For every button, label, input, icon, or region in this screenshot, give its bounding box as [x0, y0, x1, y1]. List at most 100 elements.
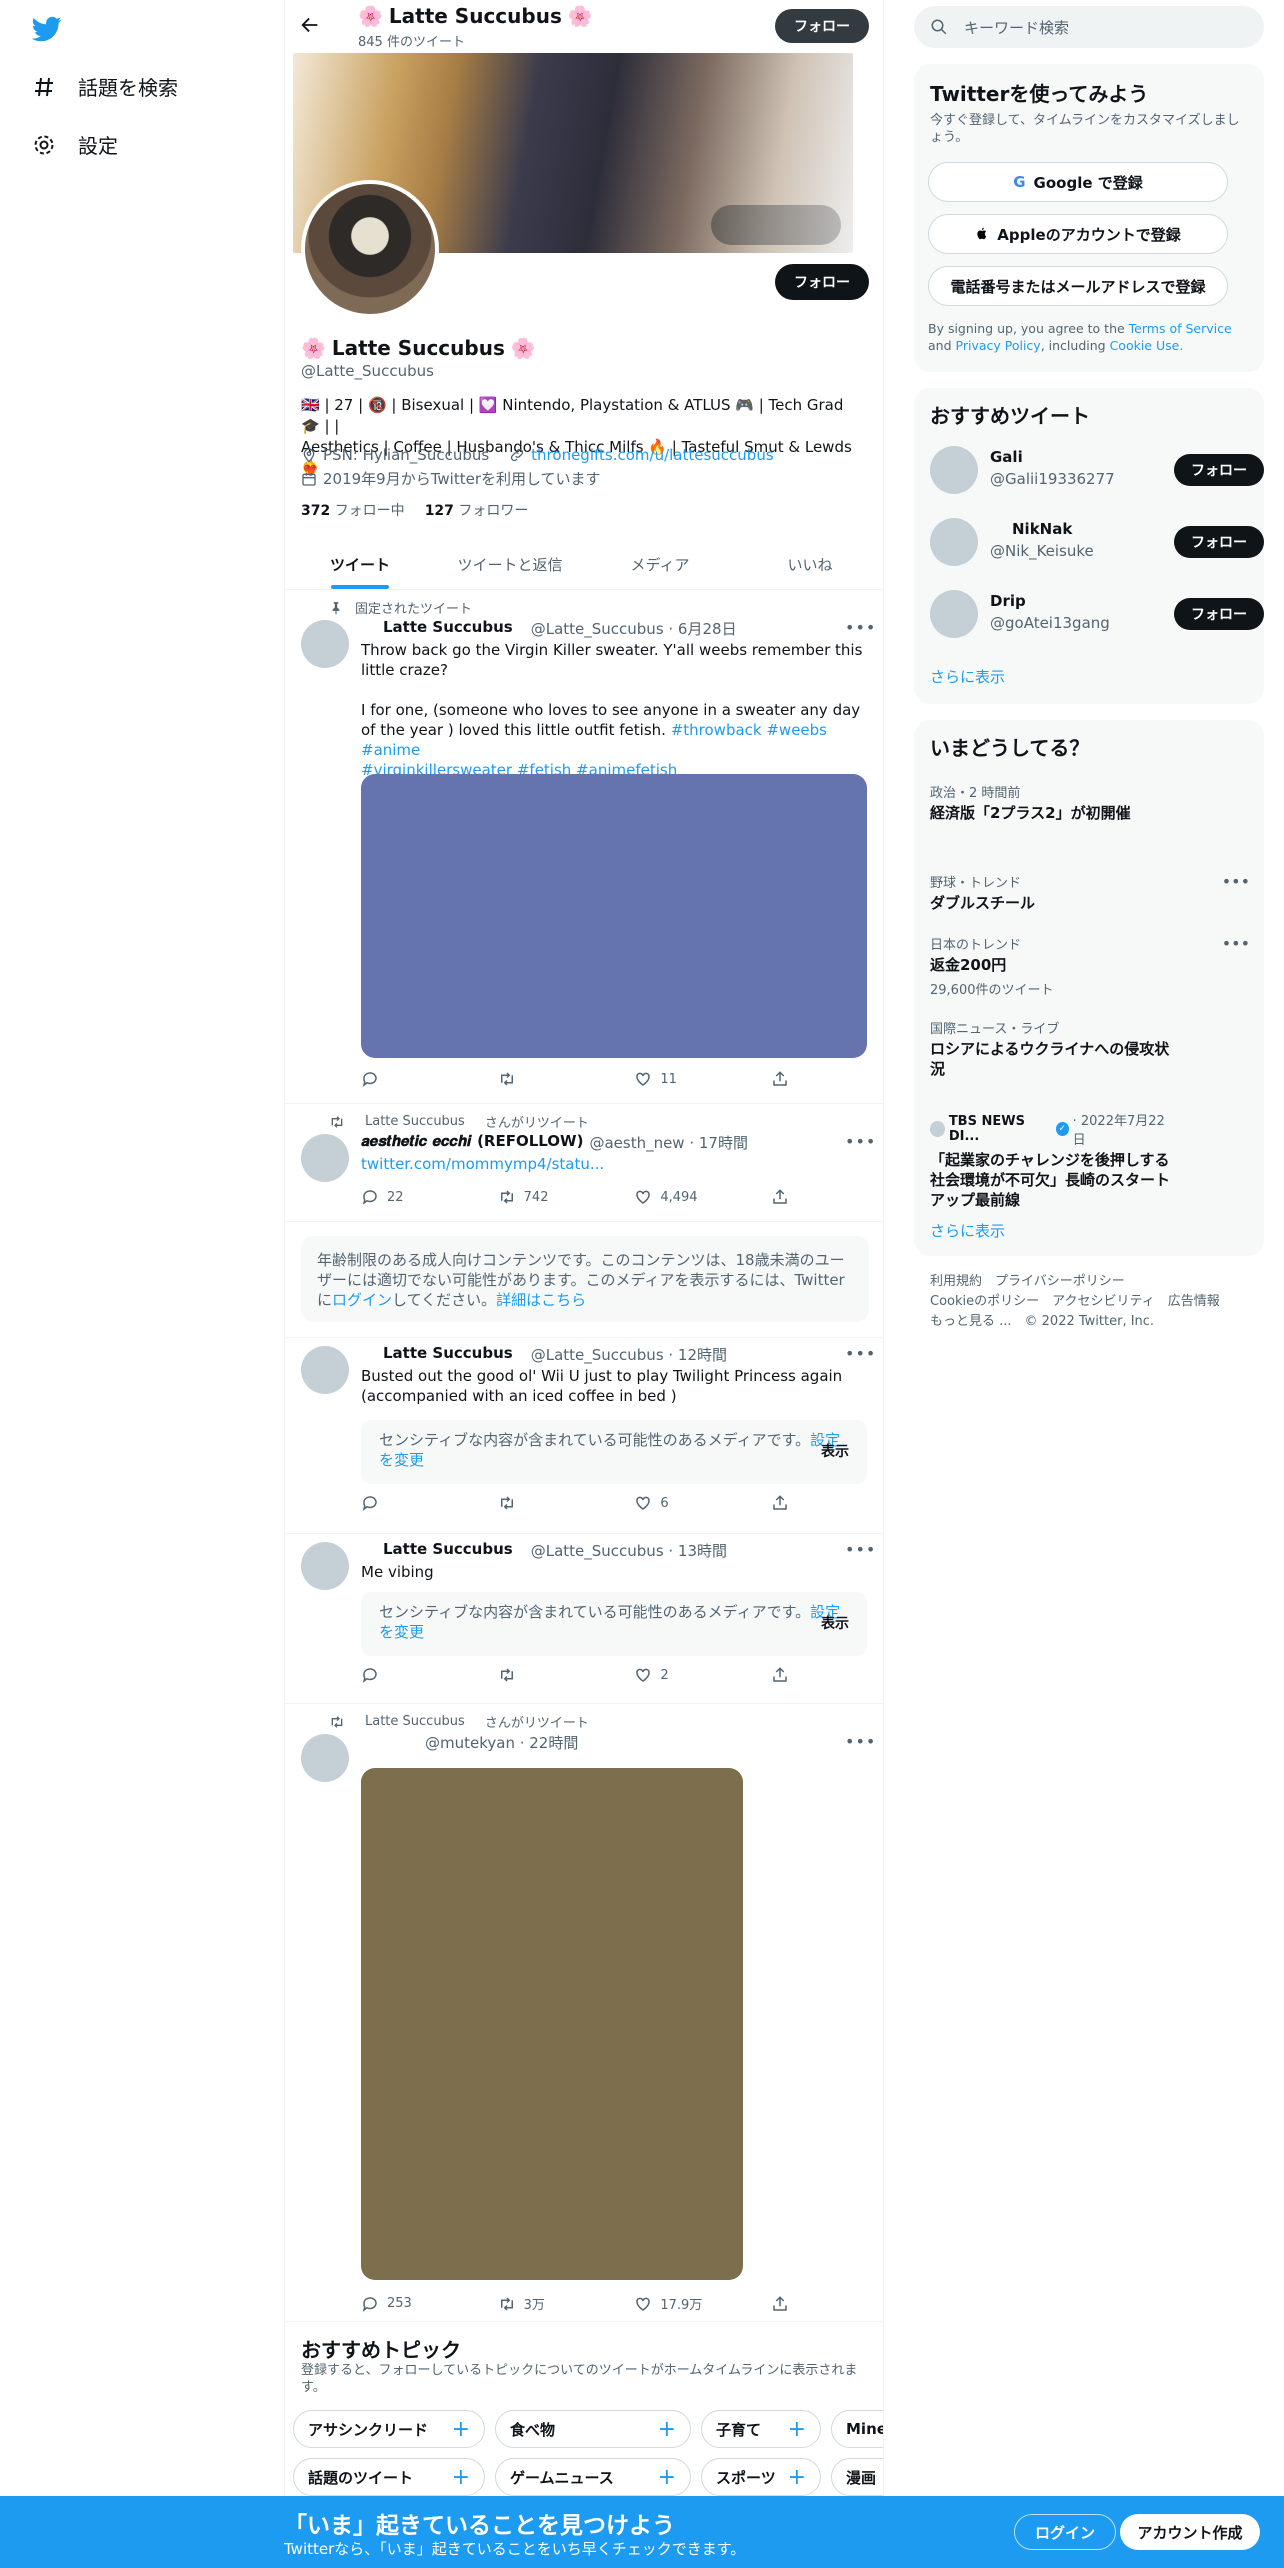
avatar[interactable]	[930, 446, 978, 494]
footer-line[interactable]: Cookieのポリシー アクセシビリティ 広告情報	[930, 1292, 1260, 1312]
show-more-link[interactable]: さらに表示	[930, 1220, 1005, 1241]
tab-tweets[interactable]: ツイート	[285, 536, 435, 589]
phone-signup-button[interactable]: 電話番号またはメールアドレスで登録	[928, 266, 1228, 306]
profile-avatar[interactable]	[301, 180, 439, 318]
header-follow-button[interactable]: フォロー	[775, 9, 869, 43]
trend-item[interactable]: TBS NEWS DI... ✓ · 2022年7月22日 「起業家のチャレンジを後…	[930, 1110, 1170, 1210]
author-name[interactable]: Latte Succubus	[383, 1344, 513, 1365]
more-icon[interactable]: •••	[845, 618, 876, 637]
topic-chip[interactable]: 子育て +	[701, 2410, 821, 2448]
avatar[interactable]	[930, 590, 978, 638]
like-button[interactable]: 4,494	[634, 1188, 734, 1206]
trend-item[interactable]: 野球・トレンド ダブルスチール •••	[930, 872, 1250, 913]
more-icon[interactable]: •••	[845, 1344, 876, 1363]
author-name[interactable]: 𝒂𝒆𝒔𝒕𝒉𝒆𝒕𝒊𝒄 𝒆𝒄𝒄𝒉𝒊	[361, 1132, 471, 1153]
trend-item[interactable]: 日本のトレンド 返金200円 29,600件のツイート •••	[930, 934, 1250, 998]
like-button[interactable]: 6	[634, 1494, 734, 1512]
reply-button[interactable]	[361, 1070, 461, 1088]
share-button[interactable]	[771, 1188, 791, 1206]
following-link[interactable]: 372 フォロー中	[301, 500, 405, 520]
retweeter-name[interactable]: Latte Succubus	[365, 1714, 465, 1729]
avatar[interactable]	[301, 1734, 349, 1782]
tweet-link[interactable]: twitter.com/mommymp4/statu...	[361, 1155, 604, 1173]
avatar[interactable]	[930, 518, 978, 566]
topic-chip[interactable]: 話題のツイート +	[293, 2458, 485, 2496]
share-button[interactable]	[771, 1494, 791, 1512]
tweet[interactable]: Latte Succubus さんがリツイート @mutekyan · 22時間…	[285, 1704, 883, 2322]
topic-chip[interactable]: 漫画	[831, 2458, 883, 2496]
tweet[interactable]: 固定されたツイート Latte Succubus @Latte_Succubus…	[285, 590, 883, 1104]
reply-button[interactable]: 253	[361, 2294, 461, 2313]
tweet[interactable]: Latte Succubus さんがリツイート 𝒂𝒆𝒔𝒕𝒉𝒆𝒕𝒊𝒄 𝒆𝒄𝒄𝒉𝒊 …	[285, 1104, 883, 1222]
terms-link[interactable]: Terms of Service	[1129, 321, 1232, 336]
show-media-button[interactable]: 表示	[821, 1614, 849, 1634]
author-name-suffix[interactable]: (REFOLLOW)	[477, 1132, 583, 1153]
tweet[interactable]: Latte Succubus @Latte_Succubus · 13時間 ••…	[285, 1534, 883, 1704]
share-button[interactable]	[771, 1666, 791, 1684]
avatar[interactable]	[301, 1346, 349, 1394]
twitter-logo-icon[interactable]	[32, 14, 62, 44]
avatar[interactable]	[301, 1542, 349, 1590]
retweet-button[interactable]	[498, 1666, 598, 1684]
author-meta[interactable]: @mutekyan · 22時間	[425, 1732, 578, 1753]
retweet-button[interactable]	[498, 1494, 598, 1512]
retweet-button[interactable]: 3万	[498, 2294, 598, 2313]
nav-settings[interactable]: 設定	[32, 130, 118, 159]
footer-line[interactable]: 利用規約 プライバシーポリシー	[930, 1272, 1260, 1292]
follow-button[interactable]: フォロー	[1174, 526, 1264, 558]
topic-chip[interactable]: スポーツ +	[701, 2458, 821, 2496]
trend-item[interactable]: 政治・2 時間前 経済版「2プラス2」が初開催	[930, 782, 1250, 823]
avatar[interactable]	[301, 620, 349, 668]
login-link[interactable]: ログイン	[332, 1291, 392, 1309]
topic-chip[interactable]: Mine	[831, 2410, 883, 2448]
recommended-user[interactable]: Drip @goAtei13gang フォロー	[930, 588, 1264, 640]
author-name[interactable]: Latte Succubus	[383, 1540, 513, 1561]
follow-button[interactable]: フォロー	[1174, 598, 1264, 630]
tab-media[interactable]: メディア	[585, 536, 735, 589]
like-button[interactable]: 11	[634, 1070, 734, 1088]
tweet-media[interactable]	[361, 1768, 743, 2280]
tab-likes[interactable]: いいね	[735, 536, 883, 589]
create-account-button[interactable]: アカウント作成	[1120, 2514, 1260, 2550]
learn-more-link[interactable]: 詳細はこちら	[496, 1291, 586, 1309]
more-icon[interactable]: •••	[845, 1540, 876, 1559]
show-media-button[interactable]: 表示	[821, 1442, 849, 1462]
retweeter-name[interactable]: Latte Succubus	[365, 1114, 465, 1129]
more-icon[interactable]: •••	[845, 1732, 876, 1751]
privacy-link[interactable]: Privacy Policy	[956, 338, 1041, 353]
apple-signup-button[interactable]: Appleのアカウントで登録	[928, 214, 1228, 254]
reply-button[interactable]: 22	[361, 1188, 461, 1206]
followers-link[interactable]: 127 フォロワー	[425, 500, 529, 520]
retweet-button[interactable]: 742	[498, 1188, 598, 1206]
topic-chip[interactable]: ゲームニュース +	[495, 2458, 691, 2496]
tab-tweets-replies[interactable]: ツイートと返信	[435, 536, 585, 589]
footer-line[interactable]: もっと見る ... © 2022 Twitter, Inc.	[930, 1312, 1260, 1332]
like-button[interactable]: 2	[634, 1666, 734, 1684]
share-button[interactable]	[771, 1070, 791, 1088]
tweet[interactable]: Latte Succubus @Latte_Succubus · 12時間 ••…	[285, 1338, 883, 1534]
trend-item[interactable]: 国際ニュース・ライブ ロシアによるウクライナへの侵攻状況	[930, 1018, 1180, 1079]
topic-chip[interactable]: アサシンクリード +	[293, 2410, 485, 2448]
author-meta[interactable]: @aesth_new · 17時間	[589, 1132, 748, 1153]
login-button[interactable]: ログイン	[1014, 2514, 1116, 2550]
recommended-user[interactable]: Gali @Galii19336277 フォロー	[930, 444, 1264, 496]
reply-button[interactable]	[361, 1494, 461, 1512]
back-arrow-icon[interactable]	[299, 14, 321, 36]
cookie-link[interactable]: Cookie Use.	[1110, 338, 1184, 353]
nav-explore[interactable]: 話題を検索	[32, 72, 178, 101]
profile-follow-button[interactable]: フォロー	[775, 264, 869, 300]
google-signup-button[interactable]: G Google で登録	[928, 162, 1228, 202]
author-meta[interactable]: @Latte_Succubus · 13時間	[531, 1540, 727, 1561]
tweet-media[interactable]	[361, 774, 867, 1058]
reply-button[interactable]	[361, 1666, 461, 1684]
retweet-button[interactable]	[498, 1070, 598, 1088]
recommended-user[interactable]: NikNak @Nik_Keisuke フォロー	[930, 516, 1264, 568]
search-input[interactable]: キーワード検索	[914, 6, 1264, 48]
avatar[interactable]	[301, 1134, 349, 1182]
author-name[interactable]: Latte Succubus	[383, 618, 513, 639]
author-meta[interactable]: @Latte_Succubus · 12時間	[531, 1344, 727, 1365]
author-meta[interactable]: @Latte_Succubus · 6月28日	[531, 618, 737, 639]
like-button[interactable]: 17.9万	[634, 2294, 734, 2313]
topic-chip[interactable]: 食べ物 +	[495, 2410, 691, 2448]
more-icon[interactable]: •••	[845, 1132, 876, 1151]
